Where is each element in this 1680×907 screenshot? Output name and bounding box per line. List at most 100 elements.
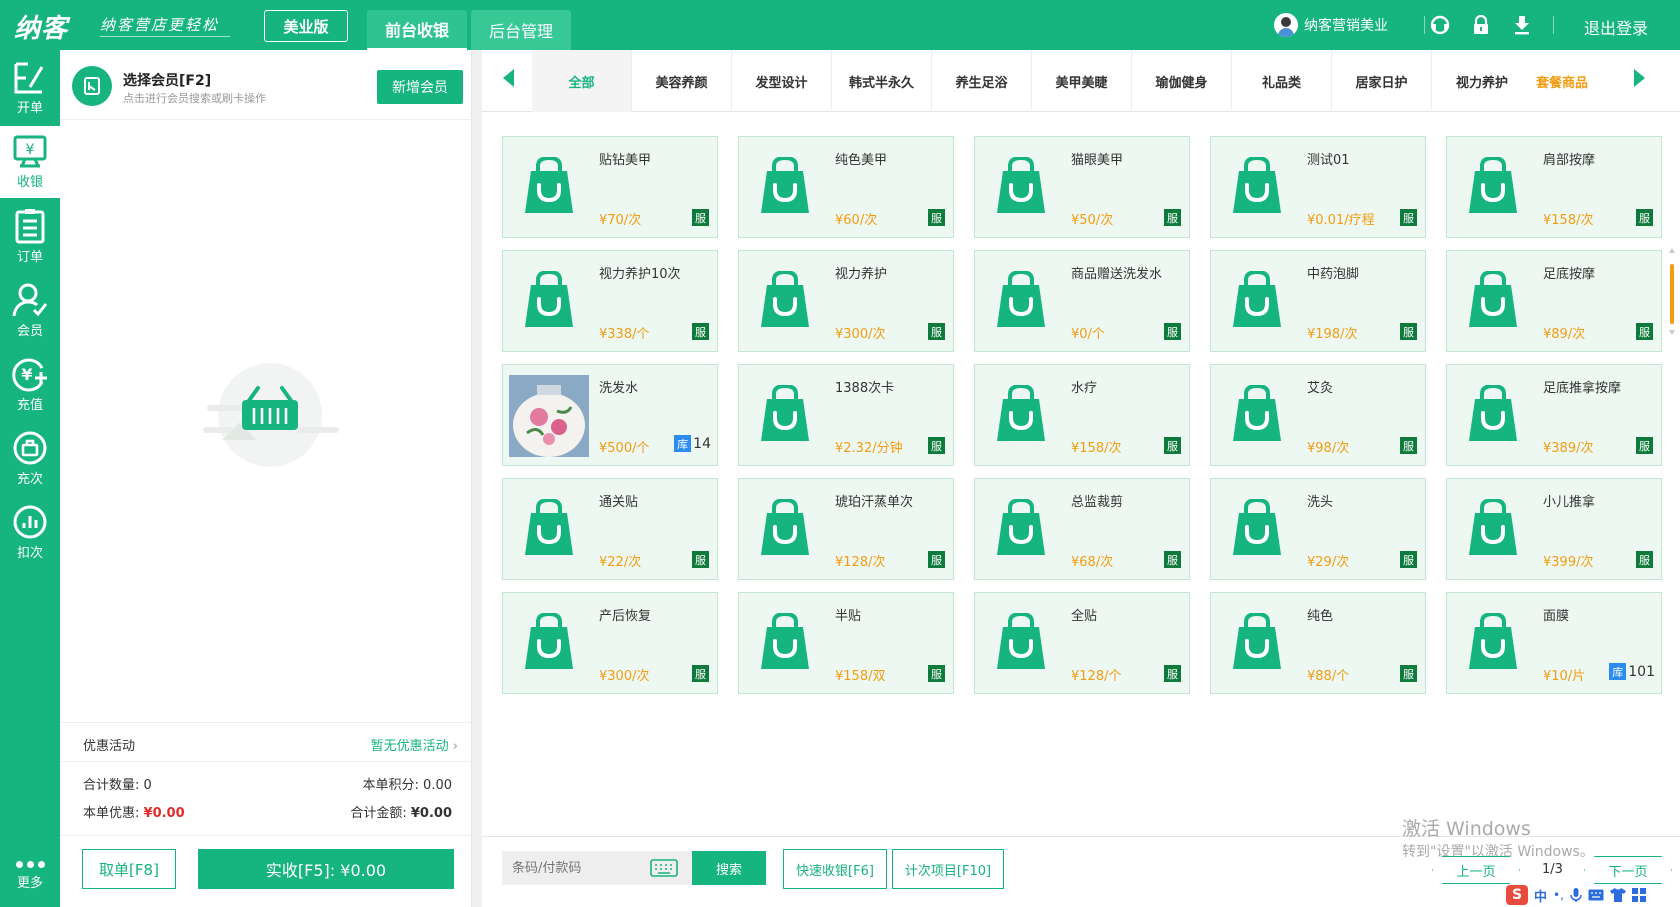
shopping-bag-icon	[1233, 499, 1281, 555]
lock-icon[interactable]	[1469, 13, 1493, 37]
product-card[interactable]: 洗头 ¥29/次 服	[1210, 478, 1426, 580]
edition-badge: 美业版	[264, 10, 348, 42]
skin-shirt-icon[interactable]	[1609, 888, 1626, 902]
product-price: ¥88/个	[1307, 669, 1350, 684]
checkout-button[interactable]: 实收[F5]: ¥0.00	[198, 849, 454, 889]
category-tab[interactable]: 套餐商品	[1512, 50, 1612, 112]
product-card[interactable]: 面膜 ¥10/片 库 101	[1446, 592, 1662, 694]
product-name: 水疗	[1071, 381, 1098, 396]
sidebar-item-recharge-times[interactable]: 充次	[0, 422, 60, 494]
promotion-row[interactable]: 优惠活动 暂无优惠活动 ›	[60, 722, 472, 762]
product-card[interactable]: 1388次卡 ¥2.32/分钟 服	[738, 364, 954, 466]
microphone-icon[interactable]	[1570, 888, 1582, 902]
sidebar-item-label: 充值	[16, 397, 43, 413]
shopping-bag-icon	[1469, 499, 1517, 555]
product-price: ¥0/个	[1071, 327, 1105, 342]
category-prev-icon[interactable]	[503, 69, 514, 87]
product-card[interactable]: 商品赠送洗发水 ¥0/个 服	[974, 250, 1190, 352]
product-card[interactable]: 全贴 ¥128/个 服	[974, 592, 1190, 694]
product-price: ¥300/次	[835, 327, 886, 342]
product-card[interactable]: 洗发水 ¥500/个 库 14	[502, 364, 718, 466]
product-card[interactable]: 通关贴 ¥22/次 服	[502, 478, 718, 580]
product-card[interactable]: 纯色 ¥88/个 服	[1210, 592, 1426, 694]
sidebar-item-orders[interactable]: 订单	[0, 200, 60, 272]
sidebar-item-deduct-times[interactable]: 扣次	[0, 496, 60, 568]
ime-chinese-mode[interactable]: 中	[1534, 886, 1547, 905]
cancel-order-button[interactable]: 取单[F8]	[82, 849, 176, 889]
scroll-down-icon[interactable]	[1669, 330, 1675, 335]
product-card[interactable]: 总监裁剪 ¥68/次 服	[974, 478, 1190, 580]
product-card[interactable]: 贴钻美甲 ¥70/次 服	[502, 136, 718, 238]
category-tab[interactable]: 养生足浴	[932, 50, 1032, 112]
product-card[interactable]: 产后恢复 ¥300/次 服	[502, 592, 718, 694]
sidebar-item-members[interactable]: 会员	[0, 274, 60, 346]
category-tab[interactable]: 发型设计	[732, 50, 832, 112]
slogan-underline	[100, 36, 230, 37]
shopping-bag-icon	[525, 157, 573, 213]
category-tab[interactable]: 美容养颜	[632, 50, 732, 112]
next-page-button[interactable]: 下一页	[1584, 856, 1672, 884]
headset-icon[interactable]	[1428, 13, 1452, 37]
tab-backend-admin[interactable]: 后台管理	[471, 10, 571, 50]
prev-page-button[interactable]: 上一页	[1432, 856, 1520, 884]
count-items-button[interactable]: 计次项目[F10]	[892, 849, 1004, 889]
shopping-bag-icon	[1233, 613, 1281, 669]
sidebar-item-recharge[interactable]: ¥ 充值	[0, 348, 60, 420]
product-card[interactable]: 视力养护 ¥300/次 服	[738, 250, 954, 352]
shopping-bag-icon	[1469, 613, 1517, 669]
category-tab[interactable]: 美甲美睫	[1032, 50, 1132, 112]
product-card[interactable]: 半贴 ¥158/双 服	[738, 592, 954, 694]
product-card[interactable]: 测试01 ¥0.01/疗程 服	[1210, 136, 1426, 238]
product-card[interactable]: 小儿推拿 ¥399/次 服	[1446, 478, 1662, 580]
category-bar: 全部 美容养颜 发型设计 韩式半永久 养生足浴 美甲美睫 瑜伽健身 礼品类 居家…	[482, 50, 1680, 112]
service-tag: 服	[1164, 209, 1181, 226]
grid-menu-icon[interactable]	[1631, 888, 1646, 902]
product-price: ¥10/片	[1543, 669, 1586, 684]
product-area: 全部 美容养颜 发型设计 韩式半永久 养生足浴 美甲美睫 瑜伽健身 礼品类 居家…	[482, 50, 1680, 907]
shopping-bag-icon	[1233, 271, 1281, 327]
sidebar-more[interactable]: 更多	[0, 855, 60, 905]
product-price: ¥158/次	[1543, 213, 1594, 228]
product-card[interactable]: 水疗 ¥158/次 服	[974, 364, 1190, 466]
category-tab[interactable]: 全部	[532, 50, 632, 112]
category-tab[interactable]: 居家日护	[1332, 50, 1432, 112]
ime-punctuation[interactable]: •,	[1553, 888, 1564, 902]
sidebar-item-label: 会员	[16, 323, 43, 339]
tab-front-cashier[interactable]: 前台收银	[367, 10, 467, 50]
product-card[interactable]: 肩部按摩 ¥158/次 服	[1446, 136, 1662, 238]
stock-badge: 库 14	[674, 435, 711, 452]
product-price: ¥0.01/疗程	[1307, 213, 1375, 228]
keyboard-icon[interactable]	[650, 859, 678, 877]
product-card[interactable]: 视力养护10次 ¥338/个 服	[502, 250, 718, 352]
sidebar-item-open-order[interactable]: 开单	[0, 52, 60, 124]
user-menu[interactable]: 纳客营销美业	[1274, 13, 1388, 37]
download-icon[interactable]	[1510, 13, 1534, 37]
product-card[interactable]: 中药泡脚 ¥198/次 服	[1210, 250, 1426, 352]
logout-link[interactable]: 退出登录	[1584, 15, 1648, 39]
add-member-button[interactable]: 新增会员	[377, 70, 463, 104]
product-card[interactable]: 足底推拿按摩 ¥389/次 服	[1446, 364, 1662, 466]
shopping-bag-icon	[761, 385, 809, 441]
product-card[interactable]: 琥珀汗蒸单次 ¥128/次 服	[738, 478, 954, 580]
category-tab[interactable]: 韩式半永久	[832, 50, 932, 112]
keyboard-icon[interactable]	[1588, 889, 1604, 901]
sidebar-item-cashier[interactable]: ¥ 收银	[0, 126, 60, 198]
search-button[interactable]: 搜索	[692, 851, 766, 885]
scroll-up-icon[interactable]	[1669, 248, 1675, 253]
product-card[interactable]: 足底按摩 ¥89/次 服	[1446, 250, 1662, 352]
category-tab[interactable]: 礼品类	[1232, 50, 1332, 112]
product-price: ¥60/次	[835, 213, 878, 228]
product-card[interactable]: 艾灸 ¥98/次 服	[1210, 364, 1426, 466]
product-card[interactable]: 猫眼美甲 ¥50/次 服	[974, 136, 1190, 238]
svg-text:¥: ¥	[21, 365, 32, 384]
category-tab[interactable]: 瑜伽健身	[1132, 50, 1232, 112]
ime-toolbar[interactable]: S 中 •,	[1502, 884, 1650, 906]
category-next-icon[interactable]	[1634, 69, 1645, 87]
scrollbar[interactable]	[1670, 264, 1674, 324]
sogou-ime-icon[interactable]: S	[1506, 885, 1528, 905]
quick-cash-button[interactable]: 快速收银[F6]	[783, 849, 887, 889]
product-card[interactable]: 纯色美甲 ¥60/次 服	[738, 136, 954, 238]
slogan: 纳客营店更轻松	[100, 16, 220, 34]
promotion-label: 优惠活动	[83, 739, 136, 754]
shopping-bag-icon	[1233, 385, 1281, 441]
